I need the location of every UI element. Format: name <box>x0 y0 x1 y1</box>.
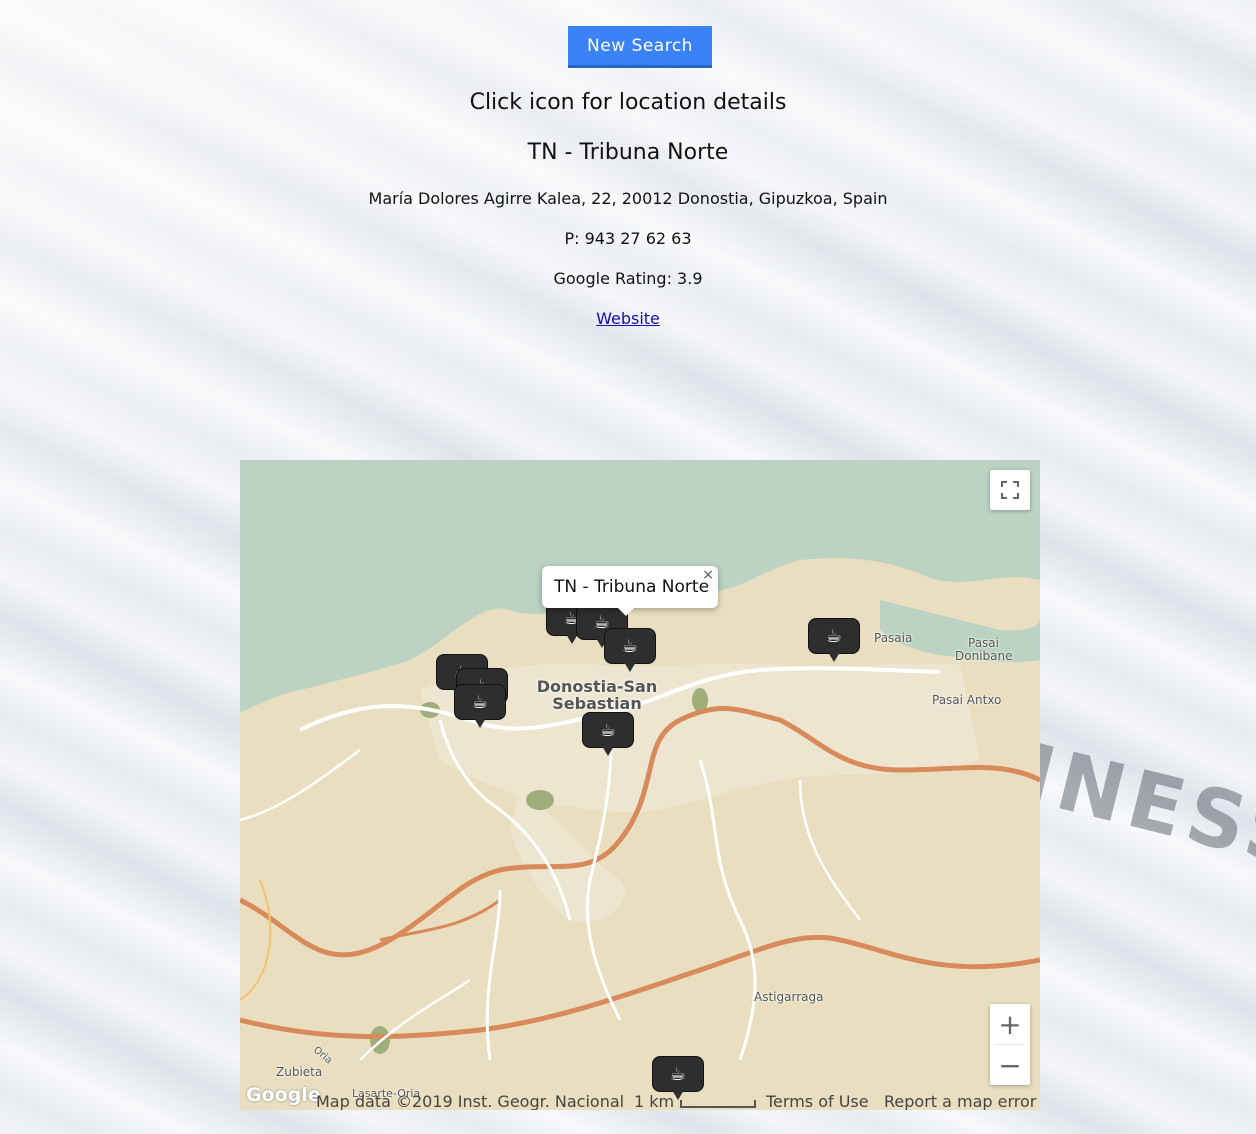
location-address: María Dolores Agirre Kalea, 22, 20012 Do… <box>368 189 888 208</box>
scale-label: 1 km <box>634 1092 675 1110</box>
park <box>526 790 554 810</box>
info-window-close-icon[interactable]: × <box>702 567 714 583</box>
website-link[interactable]: Website <box>596 309 660 328</box>
coffee-cup-icon: ☕ <box>808 618 860 654</box>
info-window-title: TN - Tribuna Norte <box>554 577 710 597</box>
fullscreen-button[interactable] <box>990 470 1030 510</box>
map-label-pasai-antxo: Pasai Antxo <box>932 693 1002 707</box>
map-data-attribution: Map data ©2019 Inst. Geogr. Nacional <box>316 1092 625 1110</box>
scale-bar <box>680 1100 756 1108</box>
location-name: TN - Tribuna Norte <box>527 140 729 165</box>
map-label-astigarraga: Astigarraga <box>754 990 824 1004</box>
coffee-cup-icon: ☕ <box>582 712 634 748</box>
map-label-city: Donostia-San Sebastian <box>536 677 658 713</box>
map-view[interactable]: Donostia-San Sebastian Pasaia Pasai Donib… <box>240 460 1040 1110</box>
marker-tip <box>474 718 486 734</box>
cafe-marker-tribuna-norte[interactable]: ☕ <box>604 628 656 674</box>
map-label-pasai: Pasai <box>968 636 999 650</box>
background-newspaper-text: INESS <box>1013 725 1256 888</box>
instruction-heading: Click icon for location details <box>469 90 787 115</box>
cafe-marker[interactable]: ☕ <box>808 618 860 664</box>
map-footer: Google Map data ©2019 Inst. Geogr. Nacio… <box>240 1084 1040 1110</box>
cafe-marker[interactable]: ☕ <box>454 684 506 730</box>
location-rating: Google Rating: 3.9 <box>553 269 703 288</box>
coffee-cup-icon: ☕ <box>454 684 506 720</box>
map-tiles <box>240 460 1040 1061</box>
zoom-in-button[interactable]: + <box>990 1004 1030 1044</box>
terms-of-use-link[interactable]: Terms of Use <box>766 1092 869 1110</box>
zoom-control: + − <box>990 1004 1030 1085</box>
minor-road <box>240 879 272 1001</box>
cafe-marker[interactable]: ☕ <box>582 712 634 758</box>
location-phone: P: 943 27 62 63 <box>564 229 692 248</box>
fullscreen-icon <box>1001 481 1019 499</box>
road <box>698 759 757 1061</box>
coffee-cup-icon: ☕ <box>604 628 656 664</box>
map-label-zubieta: Zubieta <box>276 1065 323 1079</box>
info-window: TN - Tribuna Norte × <box>542 566 718 616</box>
road <box>798 779 862 921</box>
new-search-button[interactable]: New Search <box>568 26 712 68</box>
map-label-donibane: Donibane <box>955 649 1013 663</box>
road <box>240 748 361 822</box>
zoom-out-button[interactable]: − <box>990 1045 1030 1085</box>
map-label-pasaia: Pasaia <box>874 631 913 645</box>
road <box>485 889 502 1061</box>
report-map-error-link[interactable]: Report a map error <box>884 1092 1036 1110</box>
coffee-cup-icon: ☕ <box>652 1056 704 1092</box>
marker-tip <box>602 746 614 762</box>
marker-tip <box>828 652 840 668</box>
google-logo: Google <box>246 1084 321 1106</box>
marker-tip <box>624 662 636 678</box>
